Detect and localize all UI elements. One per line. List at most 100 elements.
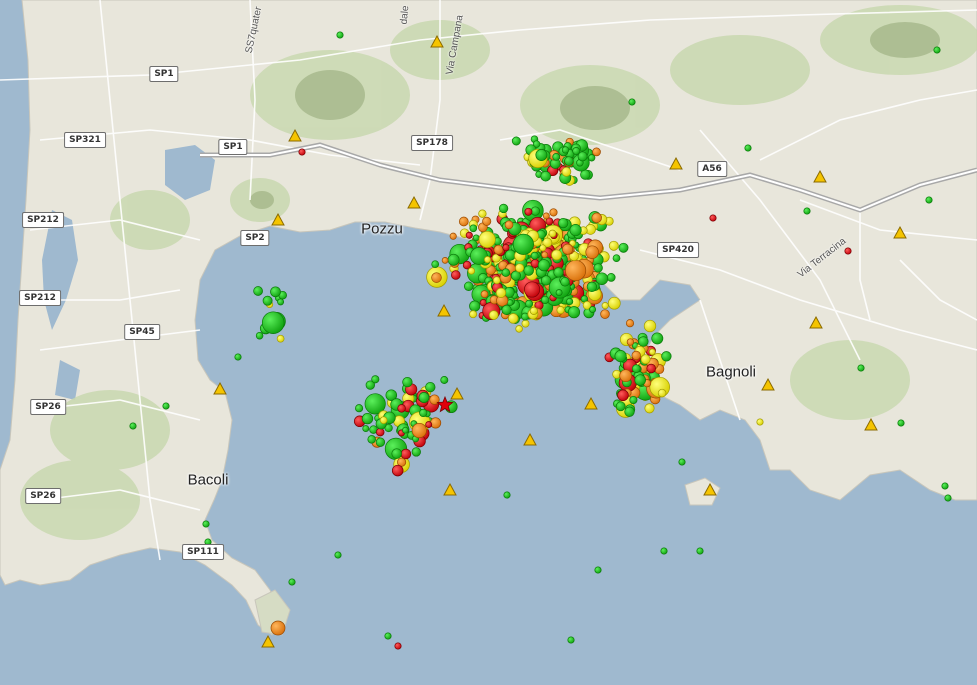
seismic-event-marker[interactable] <box>625 319 635 328</box>
seismic-event-marker[interactable] <box>512 233 534 255</box>
seismic-event-marker[interactable] <box>367 435 376 444</box>
seismic-event-marker[interactable] <box>631 350 641 361</box>
seismic-event-marker[interactable] <box>469 300 481 312</box>
seismic-event-marker[interactable] <box>298 148 306 156</box>
seismic-event-marker[interactable] <box>857 364 865 372</box>
seismic-event-marker[interactable] <box>646 363 656 374</box>
seismic-event-marker[interactable] <box>277 298 285 306</box>
seismic-event-marker[interactable] <box>535 149 548 161</box>
seismic-event-marker[interactable] <box>493 244 504 255</box>
seismic-event-marker[interactable] <box>270 620 286 636</box>
seismic-event-marker[interactable] <box>525 299 534 308</box>
seismic-event-marker[interactable] <box>472 234 480 242</box>
seismic-event-marker[interactable] <box>375 437 386 447</box>
seismic-event-marker[interactable] <box>756 418 764 426</box>
seismic-event-marker[interactable] <box>594 566 602 574</box>
seismic-event-marker[interactable] <box>555 289 563 297</box>
seismic-event-marker[interactable] <box>503 491 511 499</box>
seismic-event-marker[interactable] <box>564 156 574 166</box>
seismic-event-marker[interactable] <box>463 281 474 292</box>
seismic-event-marker[interactable] <box>944 494 952 502</box>
seismic-event-marker[interactable] <box>425 421 433 429</box>
seismic-event-marker[interactable] <box>562 243 574 255</box>
seismic-event-marker[interactable] <box>482 216 492 226</box>
seismic-event-marker[interactable] <box>648 348 656 356</box>
seismic-event-marker[interactable] <box>478 209 487 218</box>
seismic-event-marker[interactable] <box>255 331 264 340</box>
seismic-event-marker[interactable] <box>355 404 364 413</box>
seismic-event-marker[interactable] <box>925 196 933 204</box>
seismic-event-marker[interactable] <box>492 276 501 285</box>
seismic-event-marker[interactable] <box>644 403 655 414</box>
seismic-event-marker[interactable] <box>262 295 273 306</box>
seismic-event-marker[interactable] <box>270 286 281 298</box>
seismic-event-marker[interactable] <box>567 636 575 644</box>
seismic-event-marker[interactable] <box>440 376 449 384</box>
seismic-event-marker[interactable] <box>430 417 442 429</box>
seismic-event-marker[interactable] <box>234 353 242 361</box>
seismic-event-marker[interactable] <box>678 458 686 466</box>
seismic-event-marker[interactable] <box>657 388 667 398</box>
seismic-event-marker[interactable] <box>593 263 603 273</box>
seismic-event-marker[interactable] <box>402 376 413 388</box>
seismic-event-marker[interactable] <box>467 267 476 275</box>
seismic-event-marker[interactable] <box>504 249 516 261</box>
seismic-event-marker[interactable] <box>614 350 627 363</box>
seismic-event-marker[interactable] <box>608 240 619 251</box>
seismic-event-marker[interactable] <box>629 395 638 405</box>
seismic-event-marker[interactable] <box>586 281 598 292</box>
seismic-event-marker[interactable] <box>397 404 406 413</box>
seismic-event-marker[interactable] <box>566 297 574 306</box>
seismic-event-marker[interactable] <box>618 242 629 253</box>
seismic-event-marker[interactable] <box>411 447 421 457</box>
seismic-event-marker[interactable] <box>542 212 550 220</box>
seismic-event-marker[interactable] <box>511 136 521 146</box>
seismic-event-marker[interactable] <box>607 296 621 310</box>
seismic-event-marker[interactable] <box>601 302 609 310</box>
seismic-event-marker[interactable] <box>628 98 636 106</box>
seismic-event-marker[interactable] <box>129 422 137 430</box>
seismic-event-marker[interactable] <box>619 369 633 383</box>
seismic-event-marker[interactable] <box>431 272 442 283</box>
seismic-event-marker[interactable] <box>480 290 489 298</box>
seismic-event-marker[interactable] <box>483 256 492 264</box>
seismic-event-marker[interactable] <box>502 243 510 252</box>
seismic-event-marker[interactable] <box>553 267 564 278</box>
seismic-event-marker[interactable] <box>540 295 550 305</box>
seismic-event-marker[interactable] <box>612 254 621 263</box>
seismic-event-marker[interactable] <box>391 448 402 459</box>
seismic-event-marker[interactable] <box>334 551 342 559</box>
seismic-event-marker[interactable] <box>501 304 512 315</box>
seismic-event-marker[interactable] <box>451 270 461 280</box>
seismic-event-marker[interactable] <box>933 46 941 54</box>
seismic-event-marker[interactable] <box>391 464 404 477</box>
seismic-event-marker[interactable] <box>288 578 296 586</box>
seismic-event-marker[interactable] <box>478 230 496 249</box>
seismic-event-marker[interactable] <box>375 427 385 437</box>
seismic-event-marker[interactable] <box>589 306 597 313</box>
seismic-event-marker[interactable] <box>588 154 596 162</box>
seismic-event-marker[interactable] <box>897 419 905 427</box>
seismic-event-marker[interactable] <box>530 206 541 216</box>
seismic-event-marker[interactable] <box>402 426 409 434</box>
seismic-event-marker[interactable] <box>431 260 440 269</box>
seismic-event-marker[interactable] <box>261 311 285 334</box>
seismic-event-marker[interactable] <box>524 207 533 216</box>
seismic-event-marker[interactable] <box>529 306 538 315</box>
seismic-event-marker[interactable] <box>498 203 509 214</box>
seismic-event-marker[interactable] <box>661 351 672 362</box>
seismic-event-marker[interactable] <box>615 401 626 412</box>
seismic-event-marker[interactable] <box>541 251 549 259</box>
seismic-event-marker[interactable] <box>162 402 170 410</box>
seismic-event-marker[interactable] <box>561 146 570 154</box>
seismic-event-marker[interactable] <box>560 277 570 287</box>
seismic-event-marker[interactable] <box>276 334 285 343</box>
seismic-event-marker[interactable] <box>501 268 511 277</box>
seismic-event-marker[interactable] <box>569 224 582 237</box>
seismic-event-marker[interactable] <box>617 389 629 402</box>
seismic-event-marker[interactable] <box>419 408 428 418</box>
seismic-event-marker[interactable] <box>253 286 263 296</box>
seismic-event-marker[interactable] <box>394 642 402 650</box>
seismic-event-marker[interactable] <box>548 229 557 238</box>
seismic-event-marker[interactable] <box>362 425 370 433</box>
